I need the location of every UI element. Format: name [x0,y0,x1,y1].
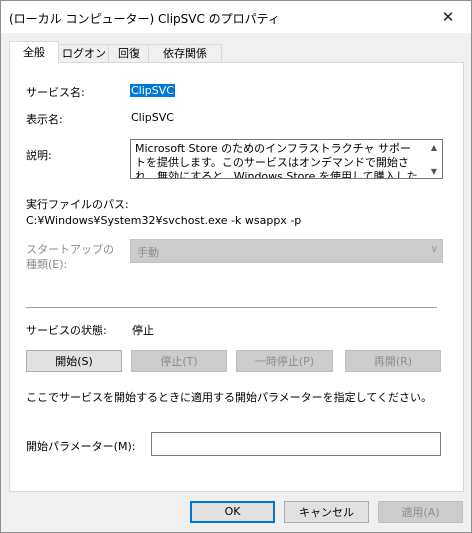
start-button[interactable]: 開始(S) [26,350,122,372]
display-name-label: 表示名: [26,113,63,126]
start-params-input[interactable] [151,432,441,456]
apply-button[interactable]: 適用(A) [378,501,463,523]
resume-button[interactable]: 再開(R) [345,350,441,372]
startup-type-select[interactable]: 手動 ∨ [130,239,443,263]
scroll-up-icon[interactable]: ▲ [427,141,441,153]
title-bar[interactable]: (ローカル コンピューター) ClipSVC のプロパティ ✕ [1,1,471,33]
service-name-value[interactable]: ClipSVC [130,84,175,97]
properties-window: (ローカル コンピューター) ClipSVC のプロパティ ✕ 全般 ログオン … [0,0,472,533]
service-name-label: サービス名: [26,86,85,99]
service-status-value: 停止 [132,324,154,337]
start-params-hint: ここでサービスを開始するときに適用する開始パラメーターを指定してください。 [26,391,433,404]
cancel-button[interactable]: キャンセル [284,501,369,523]
stop-button[interactable]: 停止(T) [131,350,227,372]
startup-type-value: 手動 [137,246,159,259]
start-params-label: 開始パラメーター(M): [26,440,136,453]
close-icon[interactable]: ✕ [425,1,471,33]
path-value[interactable]: C:¥Windows¥System32¥svchost.exe -k wsapp… [26,214,301,227]
scroll-down-icon[interactable]: ▼ [427,165,441,177]
ok-button[interactable]: OK [190,501,275,523]
tab-logon[interactable]: ログオン [57,44,111,63]
tab-recovery[interactable]: 回復 [108,44,150,63]
service-name-selected: ClipSVC [130,84,175,97]
description-label: 説明: [26,149,52,162]
startup-type-label-line2: 種類(E): [26,258,68,271]
description-box[interactable]: Microsoft Store のためのインフラストラクチャ サポートを提供しま… [130,139,443,179]
window-title: (ローカル コンピューター) ClipSVC のプロパティ [9,12,280,26]
chevron-down-icon: ∨ [430,244,438,255]
separator [26,307,437,308]
pause-button[interactable]: 一時停止(P) [236,350,333,372]
description-text: Microsoft Store のためのインフラストラクチャ サポートを提供しま… [135,142,418,179]
service-status-label: サービスの状態: [26,324,107,337]
startup-type-label-line1: スタートアップの [26,243,114,256]
tab-dependencies[interactable]: 依存関係 [148,44,222,63]
general-panel: サービス名: ClipSVC 表示名: ClipSVC 説明: Microsof… [9,62,464,492]
tab-general[interactable]: 全般 [9,41,59,64]
path-label: 実行ファイルのパス: [26,198,129,211]
display-name-value[interactable]: ClipSVC [131,111,174,124]
